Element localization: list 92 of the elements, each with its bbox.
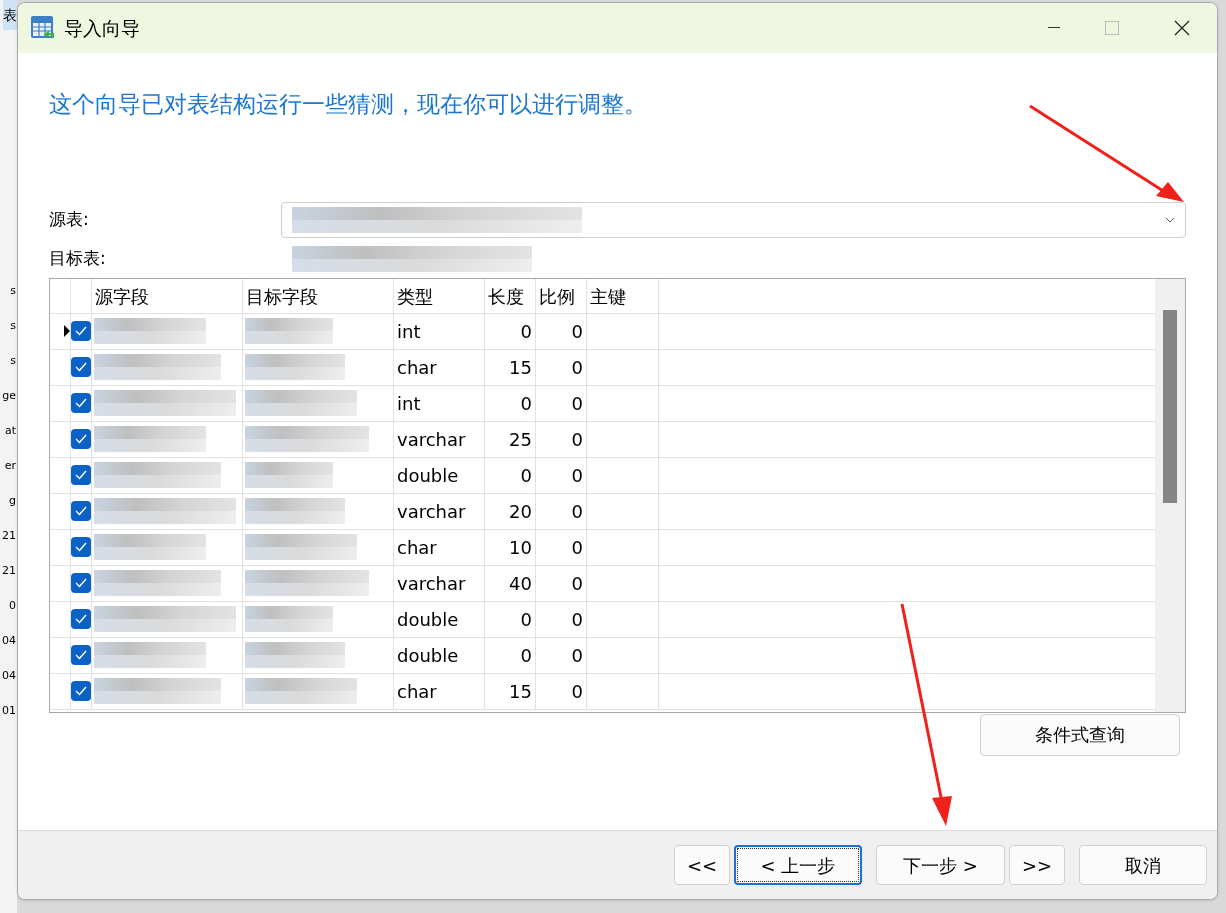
scale-cell: 0 — [536, 565, 587, 601]
row-checkbox[interactable] — [71, 681, 91, 701]
background-text: g — [9, 493, 17, 509]
length-cell: 0 — [485, 313, 536, 349]
type-cell: int — [394, 385, 485, 421]
checkmark-icon — [75, 470, 87, 480]
column-header[interactable]: 比例 — [536, 278, 587, 313]
source-table-label: 源表: — [49, 207, 90, 231]
window-title: 导入向导 — [64, 15, 140, 41]
row-checkbox[interactable] — [71, 357, 91, 377]
scale-cell: 0 — [536, 349, 587, 385]
type-cell: double — [394, 457, 485, 493]
row-checkbox[interactable] — [71, 429, 91, 449]
column-header[interactable]: 类型 — [394, 278, 485, 313]
checkmark-icon — [75, 434, 87, 444]
scale-cell: 0 — [536, 529, 587, 565]
checkmark-icon — [75, 362, 87, 372]
background-text: 21 — [2, 528, 17, 544]
length-cell: 25 — [485, 421, 536, 457]
length-cell: 10 — [485, 529, 536, 565]
background-text: 01 — [2, 703, 17, 719]
row-checkbox[interactable] — [71, 321, 91, 341]
scale-cell: 0 — [536, 637, 587, 673]
type-cell: varchar — [394, 493, 485, 529]
wizard-button[interactable]: 取消 — [1079, 845, 1207, 885]
checkmark-icon — [75, 650, 87, 660]
length-cell: 20 — [485, 493, 536, 529]
length-cell: 15 — [485, 673, 536, 709]
length-cell: 15 — [485, 349, 536, 385]
type-cell: char — [394, 349, 485, 385]
wizard-button[interactable]: 下一步 > — [876, 845, 1005, 885]
checkmark-icon — [75, 614, 87, 624]
length-cell: 0 — [485, 457, 536, 493]
scale-cell: 0 — [536, 493, 587, 529]
scale-cell: 0 — [536, 457, 587, 493]
checkmark-icon — [75, 578, 87, 588]
row-checkbox[interactable] — [71, 609, 91, 629]
background-text: 04 — [2, 668, 17, 684]
background-text: s — [10, 318, 17, 334]
background-text: 21 — [2, 563, 17, 579]
row-pointer-icon — [64, 325, 70, 337]
type-cell: double — [394, 637, 485, 673]
column-header[interactable]: 目标字段 — [243, 278, 394, 313]
chevron-down-icon — [1165, 216, 1175, 223]
source-table-dropdown[interactable] — [281, 201, 1186, 238]
target-table-label: 目标表: — [49, 246, 107, 270]
scale-cell: 0 — [536, 601, 587, 637]
row-checkbox[interactable] — [71, 645, 91, 665]
background-text: er — [4, 458, 17, 474]
scrollbar[interactable] — [1155, 278, 1185, 712]
column-header[interactable]: 源字段 — [92, 278, 243, 313]
row-checkbox[interactable] — [71, 537, 91, 557]
row-checkbox[interactable] — [71, 573, 91, 593]
maximize-icon — [1105, 21, 1119, 35]
background-text: s — [10, 353, 17, 369]
type-cell: varchar — [394, 421, 485, 457]
background-text: at — [4, 423, 17, 439]
type-cell: char — [394, 529, 485, 565]
checkmark-icon — [75, 542, 87, 552]
background-text: s — [10, 283, 17, 299]
length-cell: 0 — [485, 601, 536, 637]
wizard-button[interactable]: < 上一步 — [734, 845, 862, 885]
table-import-icon — [30, 15, 56, 41]
column-header[interactable]: 主键 — [587, 278, 659, 313]
wizard-button[interactable]: << — [674, 845, 730, 885]
row-checkbox[interactable] — [71, 393, 91, 413]
type-cell: int — [394, 313, 485, 349]
background-text: 0 — [9, 598, 17, 614]
checkmark-icon — [75, 686, 87, 696]
scale-cell: 0 — [536, 385, 587, 421]
checkmark-icon — [75, 326, 87, 336]
wizard-heading: 这个向导已对表结构运行一些猜测，现在你可以进行调整。 — [49, 90, 648, 119]
length-cell: 0 — [485, 637, 536, 673]
column-header[interactable]: 长度 — [485, 278, 536, 313]
conditional-query-button[interactable]: 条件式查询 — [980, 713, 1180, 756]
background-text: ge — [2, 388, 17, 404]
type-cell: char — [394, 673, 485, 709]
length-cell: 0 — [485, 385, 536, 421]
type-cell: double — [394, 601, 485, 637]
checkmark-icon — [75, 398, 87, 408]
wizard-button[interactable]: >> — [1009, 845, 1065, 885]
row-checkbox[interactable] — [71, 501, 91, 521]
close-icon — [1174, 20, 1190, 36]
length-cell: 40 — [485, 565, 536, 601]
scale-cell: 0 — [536, 313, 587, 349]
minimize-icon — [1048, 27, 1060, 29]
checkmark-icon — [75, 506, 87, 516]
row-checkbox[interactable] — [71, 465, 91, 485]
scale-cell: 0 — [536, 421, 587, 457]
background-text: 04 — [2, 633, 17, 649]
scale-cell: 0 — [536, 673, 587, 709]
type-cell: varchar — [394, 565, 485, 601]
